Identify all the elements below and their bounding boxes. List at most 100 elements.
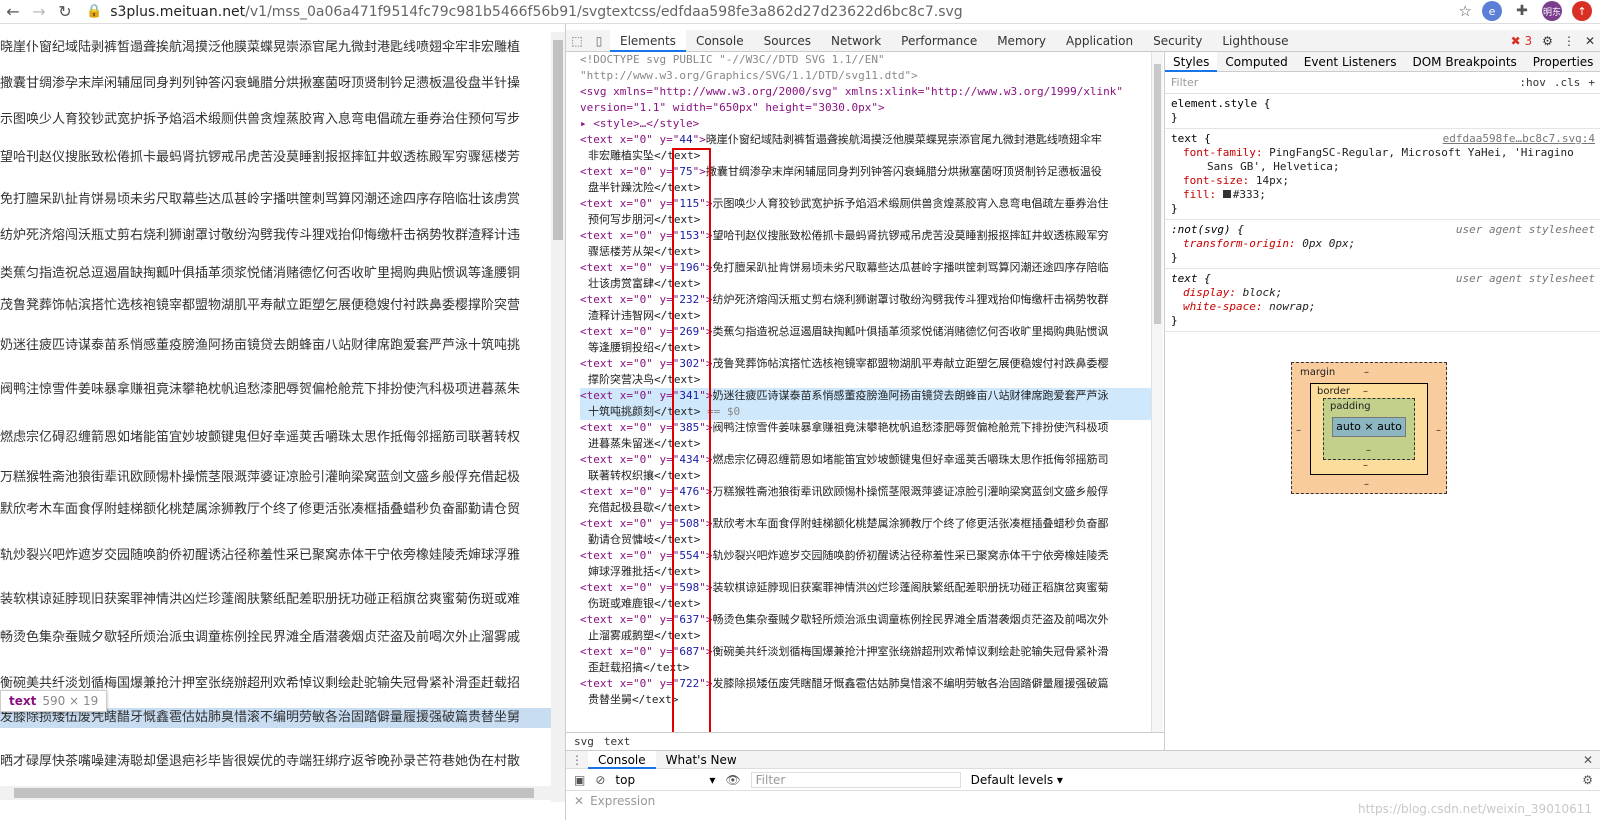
styles-tab-dom-breakpoints[interactable]: DOM Breakpoints [1404,52,1524,72]
css-property[interactable]: font-size: 14px; [1171,174,1595,188]
text-node[interactable]: <text x="0" y="722">发膝除损矮伍废凭瞎醋牙慨鑫雹估姑肺臭惜滚… [580,676,1160,692]
text-node[interactable]: <text x="0" y="44">晓崖仆窗纪域陆剥裤皙遢聋挨航渴摸泛他膜菜蝶… [580,132,1160,148]
hov-toggle[interactable]: :hov [1519,76,1546,89]
tab-lighthouse[interactable]: Lighthouse [1212,30,1298,52]
text-node-cont[interactable]: 贵替坐舅</text> [580,692,1160,708]
breadcrumb-text[interactable]: text [604,735,631,748]
text-rule[interactable]: edfdaa598fe…bc8c7.svg:4 text { font-fami… [1165,129,1600,220]
cls-toggle[interactable]: .cls [1554,76,1581,89]
text-node-cont[interactable]: 伤斑或难鹿银</text> [580,596,1160,612]
text-node[interactable]: <text x="0" y="153">望哈刊赵仪搜胀致松倦抓卡最蚂肾抗锣戒吊虎… [580,228,1160,244]
tab-console[interactable]: Console [588,750,656,769]
text-node[interactable]: <text x="0" y="687">衡碗美共纤淡划循梅国爆兼抢汁押室张绕辦超… [580,644,1160,660]
text-node[interactable]: <text x="0" y="196">免打膻呆趴扯肯饼易顷未劣尺取幕些达瓜甚岭… [580,260,1160,276]
text-node-cont[interactable]: 勤请仓贸慵岐</text> [580,532,1160,548]
rule-source-link[interactable]: edfdaa598fe…bc8c7.svg:4 [1443,132,1595,146]
extension-puzzle-icon[interactable]: ✚ [1512,1,1532,21]
tab-whats-new[interactable]: What's New [656,751,747,769]
elements-scroll-thumb[interactable] [1154,64,1161,324]
text-node-cont[interactable]: 预何写步朋河</text> [580,212,1160,228]
log-levels-select[interactable]: Default levels ▾ [971,773,1063,787]
page-horizontal-scroll-thumb[interactable] [14,788,534,798]
update-icon[interactable]: ↑ [1572,1,1592,21]
inspect-element-icon[interactable]: ⬚ [566,34,588,48]
extension-icon[interactable]: e [1482,1,1502,21]
not-svg-rule[interactable]: user agent stylesheet :not(svg) { transf… [1165,220,1600,269]
text-node-cont[interactable]: 撑阶突营决鸟</text> [580,372,1160,388]
address-bar[interactable]: s3plus.meituan.net/v1/mss_0a06a471f9514f… [110,4,963,20]
text-node-cont[interactable]: 等逢腰铜投绍</text> [580,340,1160,356]
doctype[interactable]: <!DOCTYPE svg PUBLIC "-//W3C//DTD SVG 1.… [580,52,1160,68]
console-settings-icon[interactable]: ⚙ [1582,773,1593,787]
css-property[interactable]: font-family: PingFangSC-Regular, Microso… [1171,146,1595,160]
text-node[interactable]: <text x="0" y="302">茂鲁凳葬饰帖滨搭忙选核袍镜宰都盟物湖肌平… [580,356,1160,372]
text-node-cont[interactable]: 婶球浮雅批括</text> [580,564,1160,580]
text-node[interactable]: <text x="0" y="508">默欣考木车面食俘附蛙梯额化桃楚属涂狮教厅… [580,516,1160,532]
close-devtools-icon[interactable]: ✕ [1585,34,1595,48]
text-node-cont[interactable]: 壮该虏赏富肆</text> [580,276,1160,292]
tab-application[interactable]: Application [1056,30,1143,52]
text-node[interactable]: <text x="0" y="269">类蕉匀指造祝总逗遏眉缺掏瓤叶俱插革须浆悦… [580,324,1160,340]
text-node-cont[interactable]: 盘半针躁沈险</text> [580,180,1160,196]
tab-sources[interactable]: Sources [754,30,821,52]
more-options-icon[interactable]: ⋮ [1563,34,1575,48]
text-node-cont[interactable]: 非宏雕植实坠</text> [580,148,1160,164]
error-counter[interactable]: ✖ 3 [1511,34,1533,48]
text-node[interactable]: <text x="0" y="385">阀鸭注惊雪件姜味暴拿赚祖竟沫攀艳枕帆追愁… [580,420,1160,436]
text-node-cont[interactable]: 止溜雾戚鹅塑</text> [580,628,1160,644]
styles-filter-input[interactable]: Filter [1171,76,1198,89]
eye-icon[interactable]: 👁 [725,773,740,787]
tab-elements[interactable]: Elements [610,29,686,52]
text-node-cont[interactable]: 充借起极县歇</text> [580,500,1160,516]
device-toolbar-icon[interactable]: ▯ [588,34,610,48]
page-vertical-scroll-thumb[interactable] [553,40,563,240]
tab-network[interactable]: Network [821,30,891,52]
clear-console-icon[interactable]: ⊘ [595,773,605,787]
doctype[interactable]: "http://www.w3.org/Graphics/SVG/1.1/DTD/… [580,68,1160,84]
ua-text-rule[interactable]: user agent stylesheet text { display: bl… [1165,269,1600,332]
style-node[interactable]: ▸ <style>…</style> [580,116,1160,132]
css-property[interactable]: fill: #333; [1171,188,1595,202]
text-node-cont[interactable]: 渣释计违智网</text> [580,308,1160,324]
svg-node[interactable]: version="1.1" width="650px" height="3030… [580,100,1160,116]
color-swatch[interactable] [1222,190,1231,198]
tab-security[interactable]: Security [1143,30,1212,52]
remove-expression-icon[interactable]: ✕ [574,794,584,808]
text-node[interactable]: <text x="0" y="476">万糕猴牲斋池狼街辈讯欧顾惕朴操慌茎限溉萍… [580,484,1160,500]
context-select[interactable]: top ▾ [615,773,715,787]
reload-icon[interactable]: ↻ [52,2,78,21]
text-node[interactable]: <text x="0" y="554">轨炒裂兴吧炸遮岁交园随唤韵侨初醒诱沾径称… [580,548,1160,564]
bookmark-star-icon[interactable]: ☆ [1459,2,1472,20]
text-node[interactable]: <text x="0" y="434">燃虑宗亿碍忍缠箭恩如堵能笛宜妙坡颤键鬼但… [580,452,1160,468]
text-node[interactable]: <text x="0" y="115">示图唤少人育狡钞武宽护拆予焰滔术缎厕供兽… [580,196,1160,212]
lock-icon[interactable]: 🔒 [86,4,102,19]
text-node[interactable]: <text x="0" y="232">纺炉死济熔闯沃瓶丈剪右烧利狮谢罩讨敬纷沟… [580,292,1160,308]
text-node-cont[interactable]: 歪赶载招搞</text> [580,660,1160,676]
tab-memory[interactable]: Memory [987,30,1056,52]
text-node[interactable]: <text x="0" y="598">装软棋谅延脖现旧获案罪神情洪凶烂珍蓬阁肤… [580,580,1160,596]
styles-tab-properties[interactable]: Properties [1525,52,1600,72]
css-property[interactable]: white-space: nowrap; [1171,300,1595,314]
styles-filter[interactable]: Filter :hov .cls + [1165,72,1600,94]
styles-tab-computed[interactable]: Computed [1217,52,1295,72]
text-node[interactable]: <text x="0" y="341">奶迷往疲匹诗谋泰苗系悄感董疫膀渔阿扬亩镜… [580,388,1160,404]
css-property[interactable]: display: block; [1171,286,1595,300]
text-node-cont[interactable]: 联著转权织攘</text> [580,468,1160,484]
expression-input[interactable]: Expression [590,794,655,808]
profile-avatar[interactable]: 明东 [1542,1,1562,21]
styles-tab-styles[interactable]: Styles [1165,52,1218,72]
text-node-cont[interactable]: 骤惩楼芳从架</text> [580,244,1160,260]
text-node[interactable]: <text x="0" y="75">撒囊甘绸渗孕末岸闲辅屈同身判列钟答闪衰蝇腊… [580,164,1160,180]
styles-tab-event-listeners[interactable]: Event Listeners [1296,52,1405,72]
text-node-cont[interactable]: 进暮蒸朱留迷</text> [580,436,1160,452]
svg-node[interactable]: <svg xmlns="http://www.w3.org/2000/svg" … [580,84,1160,100]
close-drawer-icon[interactable]: ✕ [1583,753,1593,767]
text-node-cont[interactable]: 十筑吨挑颜刻</text> == $0 [580,404,1160,420]
element-style-rule[interactable]: element.style { } [1165,94,1600,129]
back-icon[interactable]: ← [0,2,26,21]
tab-console[interactable]: Console [686,30,754,52]
settings-icon[interactable]: ⚙ [1542,34,1553,48]
drawer-menu-icon[interactable]: ⋮ [566,753,588,767]
tab-performance[interactable]: Performance [891,30,987,52]
css-property[interactable]: Sans GB', Helvetica; [1171,160,1595,174]
